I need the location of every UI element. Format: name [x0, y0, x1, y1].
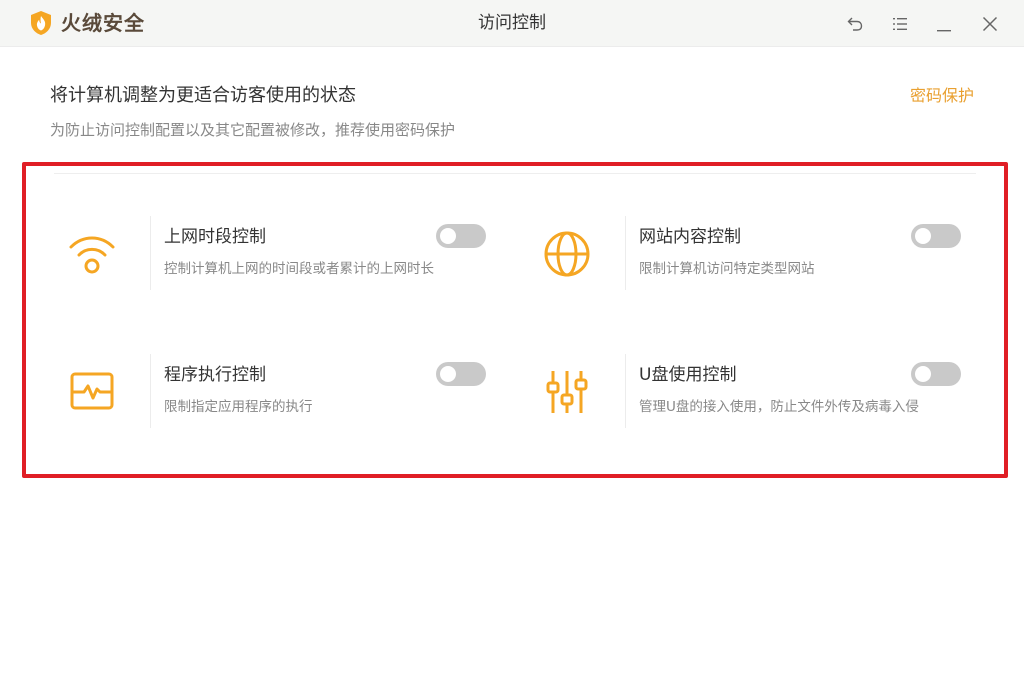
control-card-internet-time: 上网时段控制 控制计算机上网的时间段或者累计的上网时长 — [64, 216, 514, 296]
card-divider — [150, 216, 151, 290]
control-card-program-execution: 程序执行控制 限制指定应用程序的执行 — [64, 354, 514, 434]
card-divider — [625, 216, 626, 290]
divider — [54, 173, 976, 174]
back-button[interactable] — [843, 12, 867, 36]
toggle-knob — [915, 228, 931, 244]
card-divider — [150, 354, 151, 428]
toggle-knob — [915, 366, 931, 382]
close-icon — [982, 16, 998, 32]
control-title: 程序执行控制 — [164, 365, 266, 385]
control-title: 上网时段控制 — [164, 227, 266, 247]
password-protection-link[interactable]: 密码保护 — [910, 85, 974, 107]
control-card-website-content: 网站内容控制 限制计算机访问特定类型网站 — [539, 216, 989, 296]
sliders-icon — [539, 364, 595, 420]
control-description: 管理U盘的接入使用，防止文件外传及病毒入侵 — [639, 399, 919, 415]
page-subheading: 为防止访问控制配置以及其它配置被修改，推荐使用密码保护 — [50, 121, 456, 139]
card-divider — [625, 354, 626, 428]
wifi-icon — [64, 226, 120, 282]
close-button[interactable] — [978, 12, 1002, 36]
title-bar: 火绒安全 访问控制 — [0, 0, 1024, 47]
brand: 火绒安全 — [29, 10, 145, 36]
menu-button[interactable] — [888, 12, 912, 36]
page-heading: 将计算机调整为更适合访客使用的状态 — [50, 85, 356, 106]
globe-icon — [539, 226, 595, 282]
back-arrow-icon — [847, 17, 863, 31]
control-title: 网站内容控制 — [639, 227, 741, 247]
control-description: 限制指定应用程序的执行 — [164, 399, 313, 415]
control-card-usb-usage: U盘使用控制 管理U盘的接入使用，防止文件外传及病毒入侵 — [539, 354, 989, 434]
app-name: 火绒安全 — [61, 11, 145, 35]
control-description: 控制计算机上网的时间段或者累计的上网时长 — [164, 261, 434, 277]
usb-usage-toggle[interactable] — [911, 362, 961, 386]
minimize-button[interactable] — [932, 12, 956, 36]
huorong-logo-icon — [29, 10, 53, 36]
control-title: U盘使用控制 — [639, 365, 737, 385]
program-execution-toggle[interactable] — [436, 362, 486, 386]
toggle-knob — [440, 228, 456, 244]
website-content-toggle[interactable] — [911, 224, 961, 248]
window-title: 访问控制 — [478, 13, 546, 33]
menu-list-icon — [893, 18, 907, 30]
control-description: 限制计算机访问特定类型网站 — [639, 261, 815, 277]
minimize-icon — [937, 30, 951, 32]
program-monitor-icon — [64, 364, 120, 420]
toggle-knob — [440, 366, 456, 382]
access-control-panel: 上网时段控制 控制计算机上网的时间段或者累计的上网时长 网站内容控制 限制计算机… — [22, 162, 1008, 478]
internet-time-toggle[interactable] — [436, 224, 486, 248]
